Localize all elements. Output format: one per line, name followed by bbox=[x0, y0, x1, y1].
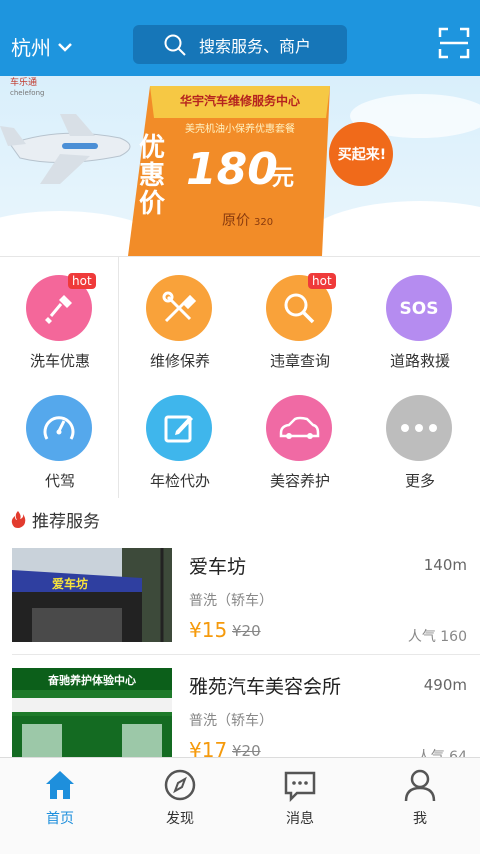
app-header: 杭州 搜索服务、商户 bbox=[0, 14, 480, 76]
search-placeholder: 搜索服务、商户 bbox=[199, 36, 312, 56]
car-icon bbox=[266, 395, 332, 461]
banner-brand: 车乐通 chelefong bbox=[10, 78, 44, 98]
svg-text:爱车坊: 爱车坊 bbox=[52, 576, 88, 591]
banner-ribbon: 华宇汽车维修服务中心 bbox=[179, 94, 300, 108]
tab-label: 发现 bbox=[166, 811, 194, 827]
banner-price-unit: 元 bbox=[272, 166, 295, 191]
service-label: 洗车优惠 bbox=[29, 352, 90, 370]
list-item[interactable]: 爱车坊 爱车坊 140m 普洗（轿车） ¥15 ¥20 人气 160 bbox=[0, 548, 480, 666]
sos-icon: SOS bbox=[386, 275, 452, 341]
tab-label: 消息 bbox=[286, 811, 314, 827]
banner-price: 180 bbox=[186, 144, 278, 195]
service-label: 年检代办 bbox=[149, 472, 210, 490]
recommend-header: 推荐服务 bbox=[0, 500, 480, 538]
flame-icon bbox=[11, 511, 26, 528]
banner-brand-en: chelefong bbox=[10, 89, 45, 97]
service-label: 维修保养 bbox=[149, 352, 210, 370]
shop-distance: 490m bbox=[423, 676, 467, 694]
search-input[interactable]: 搜索服务、商户 bbox=[133, 25, 347, 64]
shop-name: 爱车坊 bbox=[189, 556, 247, 578]
service-label: 美容养护 bbox=[269, 472, 330, 490]
service-more[interactable]: 更多 bbox=[360, 378, 480, 498]
service-sos[interactable]: SOS 道路救援 bbox=[360, 258, 480, 378]
tab-home[interactable]: 首页 bbox=[0, 758, 120, 838]
promo-banner[interactable]: 车乐通 chelefong 华宇汽车维修服务中心 美壳机油小保养优惠套餐 优惠价… bbox=[0, 76, 480, 256]
service-magnifier[interactable]: 违章查询 hot bbox=[240, 258, 360, 378]
service-label: 违章查询 bbox=[269, 352, 330, 370]
city-selector[interactable]: 杭州 bbox=[11, 32, 73, 61]
service-type: 普洗（轿车） bbox=[189, 593, 273, 609]
more-icon bbox=[386, 395, 452, 461]
user-icon bbox=[403, 768, 437, 802]
hot-badge: hot bbox=[308, 273, 336, 289]
message-icon bbox=[283, 768, 317, 803]
banner-subtitle: 美壳机油小保养优惠套餐 bbox=[185, 124, 295, 135]
shop-photo: 爱车坊 bbox=[12, 548, 172, 642]
gauge-icon bbox=[26, 395, 92, 461]
service-brush[interactable]: 洗车优惠 hot bbox=[0, 258, 120, 378]
divider bbox=[0, 256, 480, 257]
service-edit[interactable]: 年检代办 bbox=[120, 378, 240, 498]
status-bar bbox=[0, 0, 480, 14]
banner-buy-button[interactable]: 买起来! bbox=[332, 144, 392, 164]
original-price: ¥20 bbox=[232, 622, 261, 640]
banner-brand-cn: 车乐通 bbox=[10, 78, 38, 88]
city-label: 杭州 bbox=[11, 36, 51, 60]
service-label: 代驾 bbox=[44, 472, 75, 490]
hot-badge: hot bbox=[68, 273, 96, 289]
shop-name: 雅苑汽车美容会所 bbox=[189, 676, 342, 698]
service-label: 更多 bbox=[404, 472, 435, 490]
edit-icon bbox=[146, 395, 212, 461]
tab-bar: 首页 发现 消息 我 bbox=[0, 757, 480, 854]
service-tools[interactable]: 维修保养 bbox=[120, 258, 240, 378]
banner-discount-label: 优惠价 bbox=[139, 133, 166, 219]
svg-text:奋驰养护体验中心: 奋驰养护体验中心 bbox=[47, 673, 136, 687]
service-label: 道路救援 bbox=[389, 352, 450, 370]
service-grid: 洗车优惠 hot 维修保养 违章查询 hot SOS 道路救援代驾 年检代办 美容养护 更多 bbox=[0, 256, 480, 498]
compass-icon bbox=[163, 768, 197, 802]
chevron-down-icon bbox=[58, 42, 72, 52]
search-icon bbox=[164, 34, 186, 56]
recommend-title: 推荐服务 bbox=[32, 511, 100, 532]
tab-label: 首页 bbox=[46, 811, 74, 827]
original-value: 320 bbox=[254, 217, 274, 228]
service-gauge[interactable]: 代驾 bbox=[0, 378, 120, 498]
shop-photo: 奋驰养护体验中心 bbox=[12, 668, 172, 762]
current-price: ¥15 bbox=[189, 618, 228, 642]
home-icon bbox=[43, 768, 77, 802]
service-car[interactable]: 美容养护 bbox=[240, 378, 360, 498]
tools-icon bbox=[146, 275, 212, 341]
airplane-icon bbox=[0, 114, 131, 184]
banner-original-price: 原价 320 bbox=[222, 210, 273, 230]
tab-message[interactable]: 消息 bbox=[240, 758, 360, 838]
svg-text:SOS: SOS bbox=[400, 299, 439, 319]
service-type: 普洗（轿车） bbox=[189, 713, 273, 729]
tab-label: 我 bbox=[413, 811, 427, 827]
divider bbox=[12, 654, 480, 655]
popularity: 人气 160 bbox=[407, 629, 467, 645]
shop-distance: 140m bbox=[423, 556, 467, 574]
tab-compass[interactable]: 发现 bbox=[120, 758, 240, 838]
original-label: 原价 bbox=[222, 213, 250, 229]
scan-icon[interactable] bbox=[438, 27, 470, 59]
tab-user[interactable]: 我 bbox=[360, 758, 480, 838]
